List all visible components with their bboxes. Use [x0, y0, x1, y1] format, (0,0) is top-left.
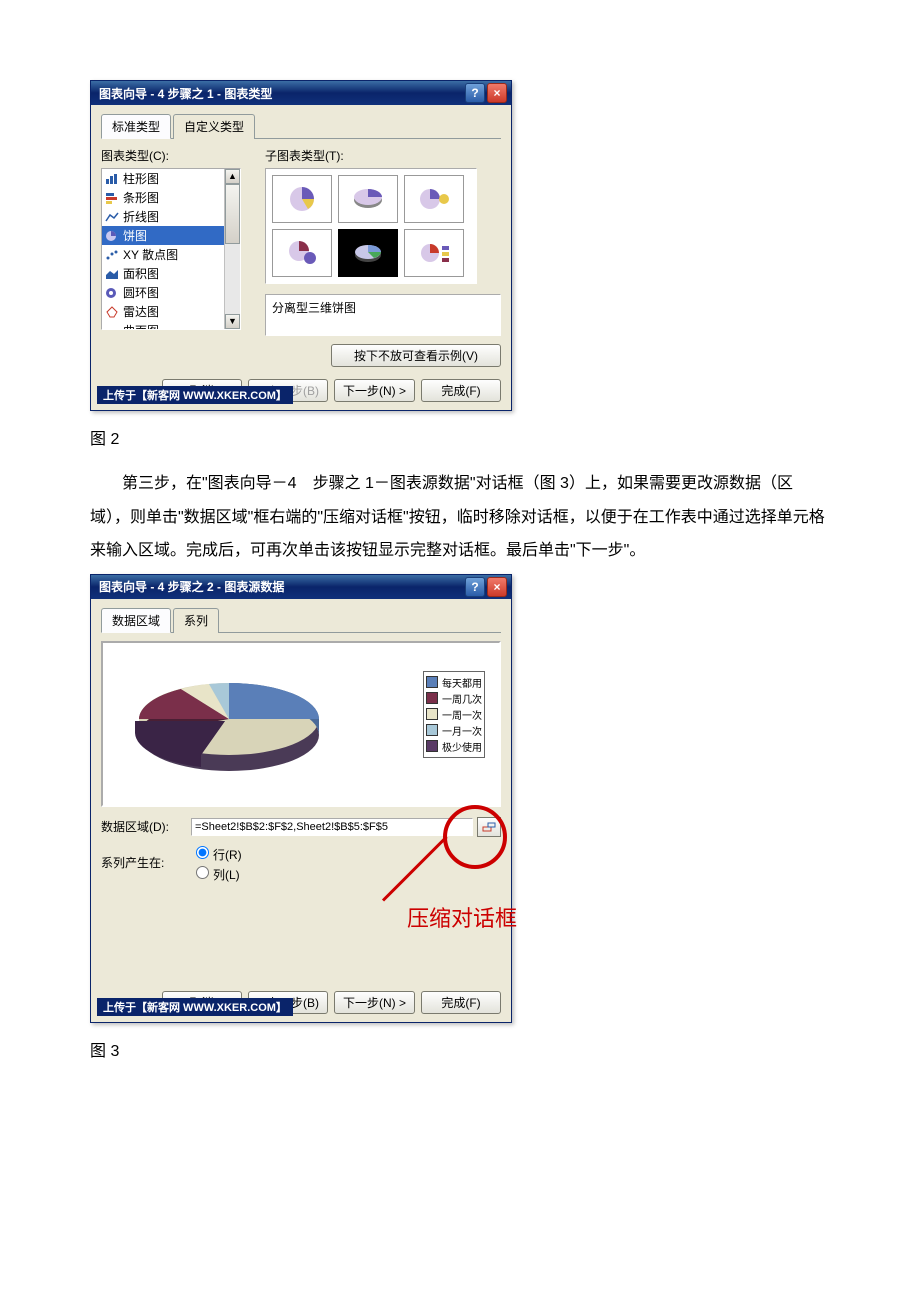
surface-chart-icon: [105, 325, 119, 331]
subtype-thumb-selected[interactable]: [338, 229, 398, 277]
tab-data-range[interactable]: 数据区域: [101, 608, 171, 633]
list-item: 柱形图: [102, 169, 240, 188]
subtype-thumb[interactable]: [272, 229, 332, 277]
scatter-chart-icon: [105, 249, 119, 261]
dialog2-footer: 上传于【新客网 WWW.XKER.COM】 取消 < 上一步(B) 下一步(N)…: [91, 985, 511, 1022]
legend-swatch: [426, 724, 438, 736]
dialog2-titlebar[interactable]: 图表向导 - 4 步骤之 2 - 图表源数据 ? ×: [91, 575, 511, 599]
chart-wizard-step2-dialog: 图表向导 - 4 步骤之 2 - 图表源数据 ? × 数据区域 系列 每天都用: [90, 574, 512, 1023]
area-chart-icon: [105, 268, 119, 280]
dialog2-tabstrip: 数据区域 系列: [101, 607, 501, 633]
pie-chart-icon: [105, 230, 119, 242]
tab-custom-types[interactable]: 自定义类型: [173, 114, 255, 139]
chart-preview: 每天都用 一周几次 一周一次 一月一次 极少使用: [101, 641, 501, 807]
chart-type-listbox[interactable]: 柱形图 条形图 折线图 饼图 XY 散点图 面积图 圆环图 雷达图 曲面图 ▲ …: [101, 168, 241, 330]
subtype-description: 分离型三维饼图: [265, 294, 501, 336]
collapse-dialog-icon: [482, 821, 496, 833]
subtype-label: 子图表类型(T):: [265, 147, 501, 164]
dialog1-titlebar[interactable]: 图表向导 - 4 步骤之 1 - 图表类型 ? ×: [91, 81, 511, 105]
figure3-caption: 图 3: [90, 1037, 830, 1061]
line-chart-icon: [105, 211, 119, 223]
series-in-label: 系列产生在:: [101, 854, 191, 871]
help-icon[interactable]: ?: [465, 577, 485, 597]
legend-swatch: [426, 708, 438, 720]
bar-chart-icon: [105, 192, 119, 204]
chart-legend: 每天都用 一周几次 一周一次 一月一次 极少使用: [423, 671, 485, 758]
donut-chart-icon: [105, 287, 119, 299]
watermark: 上传于【新客网 WWW.XKER.COM】: [97, 998, 293, 1016]
press-hold-sample-button[interactable]: 按下不放可查看示例(V): [331, 344, 501, 367]
listbox-scrollbar[interactable]: ▲ ▼: [224, 169, 240, 329]
radar-chart-icon: [105, 306, 119, 318]
instruction-paragraph: 第三步，在"图表向导－4 步骤之 1－图表源数据"对话框（图 3）上，如果需要更…: [90, 467, 830, 568]
close-icon[interactable]: ×: [487, 577, 507, 597]
chart-wizard-step1-dialog: 图表向导 - 4 步骤之 1 - 图表类型 ? × 标准类型 自定义类型 图表类…: [90, 80, 512, 411]
next-button[interactable]: 下一步(N) >: [334, 379, 415, 402]
list-item: 雷达图: [102, 302, 240, 321]
data-range-input[interactable]: [191, 818, 473, 836]
dialog1-footer: 上传于【新客网 WWW.XKER.COM】 取消 < 上一步(B) 下一步(N)…: [91, 373, 511, 410]
scroll-down-icon[interactable]: ▼: [225, 314, 240, 329]
watermark: 上传于【新客网 WWW.XKER.COM】: [97, 386, 293, 404]
legend-swatch: [426, 676, 438, 688]
subtype-thumb[interactable]: [338, 175, 398, 223]
subtype-thumb[interactable]: [404, 229, 464, 277]
subtype-thumb[interactable]: [404, 175, 464, 223]
list-item: 面积图: [102, 264, 240, 283]
legend-swatch: [426, 692, 438, 704]
scroll-thumb[interactable]: [225, 184, 240, 244]
close-icon[interactable]: ×: [487, 83, 507, 103]
list-item: 圆环图: [102, 283, 240, 302]
figure2-caption: 图 2: [90, 425, 830, 449]
dialog1-tabstrip: 标准类型 自定义类型: [101, 113, 501, 139]
subtype-thumb[interactable]: [272, 175, 332, 223]
data-range-label: 数据区域(D):: [101, 818, 191, 835]
dialog1-title: 图表向导 - 4 步骤之 1 - 图表类型: [99, 85, 463, 102]
finish-button[interactable]: 完成(F): [421, 379, 501, 402]
collapse-dialog-button[interactable]: [477, 817, 501, 837]
list-item: 曲面图: [102, 321, 240, 330]
tab-series[interactable]: 系列: [173, 608, 219, 633]
annotation-label: 压缩对话框: [407, 901, 517, 933]
list-item-selected: 饼图: [102, 226, 240, 245]
column-chart-icon: [105, 173, 119, 185]
legend-swatch: [426, 740, 438, 752]
series-cols-radio[interactable]: [196, 866, 209, 879]
subtype-grid: [265, 168, 477, 284]
series-rows-radio[interactable]: [196, 846, 209, 859]
finish-button[interactable]: 完成(F): [421, 991, 501, 1014]
list-item: 条形图: [102, 188, 240, 207]
list-item: XY 散点图: [102, 245, 240, 264]
pie-preview-icon: [109, 649, 389, 789]
help-icon[interactable]: ?: [465, 83, 485, 103]
dialog2-title: 图表向导 - 4 步骤之 2 - 图表源数据: [99, 578, 463, 595]
list-item: 折线图: [102, 207, 240, 226]
tab-standard-types[interactable]: 标准类型: [101, 114, 171, 139]
chart-type-label: 图表类型(C):: [101, 147, 251, 164]
scroll-up-icon[interactable]: ▲: [225, 169, 240, 184]
next-button[interactable]: 下一步(N) >: [334, 991, 415, 1014]
